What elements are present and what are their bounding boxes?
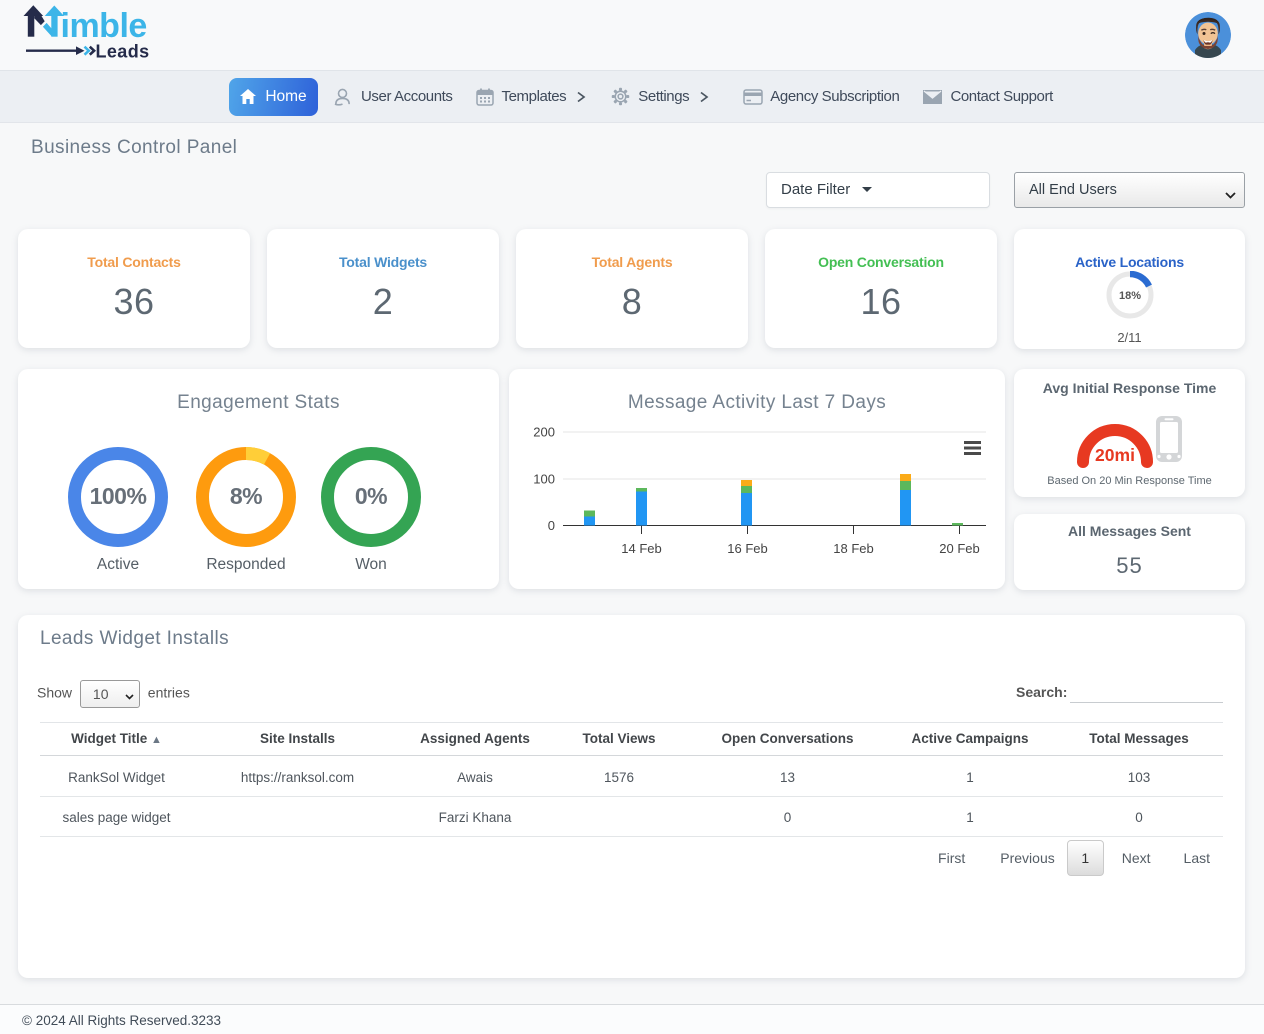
svg-text:imble: imble	[61, 7, 147, 45]
svg-text:20mi: 20mi	[1095, 445, 1135, 465]
svg-text:100: 100	[533, 472, 555, 487]
svg-text:18%: 18%	[1119, 290, 1141, 302]
svg-text:20 Feb: 20 Feb	[939, 541, 979, 556]
svg-text:14 Feb: 14 Feb	[621, 541, 661, 556]
svg-text:16 Feb: 16 Feb	[727, 541, 767, 556]
svg-text:0: 0	[548, 518, 555, 533]
svg-text:200: 200	[533, 425, 555, 440]
svg-text:18 Feb: 18 Feb	[833, 541, 873, 556]
svg-text:Leads: Leads	[96, 41, 150, 61]
